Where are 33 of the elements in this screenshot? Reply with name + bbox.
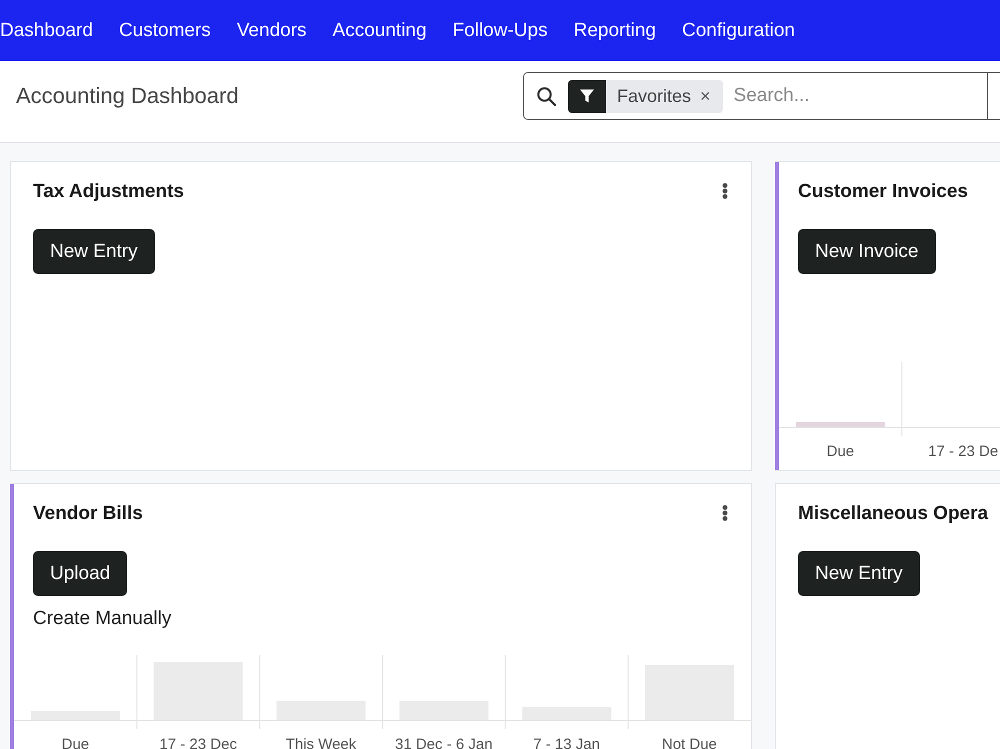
nav-menu-item[interactable]: Reporting (574, 18, 656, 43)
card-title: Tax Adjustments (33, 180, 184, 204)
nav-menu-item[interactable]: Accounting (332, 18, 427, 43)
filter-icon (568, 80, 606, 112)
axis-label: 17 - 23 Dec (159, 736, 237, 749)
primary-action-button[interactable]: New Entry (33, 229, 155, 274)
primary-action-button[interactable]: New Entry (798, 551, 920, 596)
nav-menu-item[interactable]: Dashboard (0, 18, 93, 43)
facet-remove-button[interactable]: × (691, 85, 723, 107)
nav-menu-item[interactable]: Follow-Ups (452, 18, 548, 43)
primary-action-button[interactable]: New Invoice (798, 229, 936, 274)
facet-label: Favorites (616, 85, 692, 107)
axis-label: This Week (286, 736, 356, 749)
search-input[interactable]: Search... (734, 73, 988, 119)
axis-label: 7 - 13 Jan (533, 736, 600, 749)
search-bar[interactable]: Favorites × Search... (523, 72, 1000, 120)
search-icon (537, 86, 556, 106)
primary-action-button[interactable]: Upload (33, 551, 128, 596)
axis-label: Not Due (662, 736, 717, 749)
nav-menu-item[interactable]: Vendors (236, 18, 307, 43)
card-title: Miscellaneous Opera (798, 502, 988, 526)
nav-menu-item[interactable]: Customers (118, 18, 211, 43)
axis-label: 17 - 23 De (928, 443, 998, 460)
nav-menu-item[interactable]: Configuration (682, 18, 796, 43)
axis-label: Due (826, 443, 854, 460)
page-title: Accounting Dashboard (16, 82, 239, 110)
axis-label: 31 Dec - 6 Jan (395, 736, 493, 749)
kebab-menu-icon[interactable] (722, 183, 728, 199)
card-title: Vendor Bills (33, 502, 143, 526)
card-title: Customer Invoices (798, 180, 968, 204)
axis-label: Due (62, 736, 90, 749)
kebab-menu-icon[interactable] (722, 505, 728, 521)
create-link[interactable]: Create Manually (33, 606, 172, 631)
